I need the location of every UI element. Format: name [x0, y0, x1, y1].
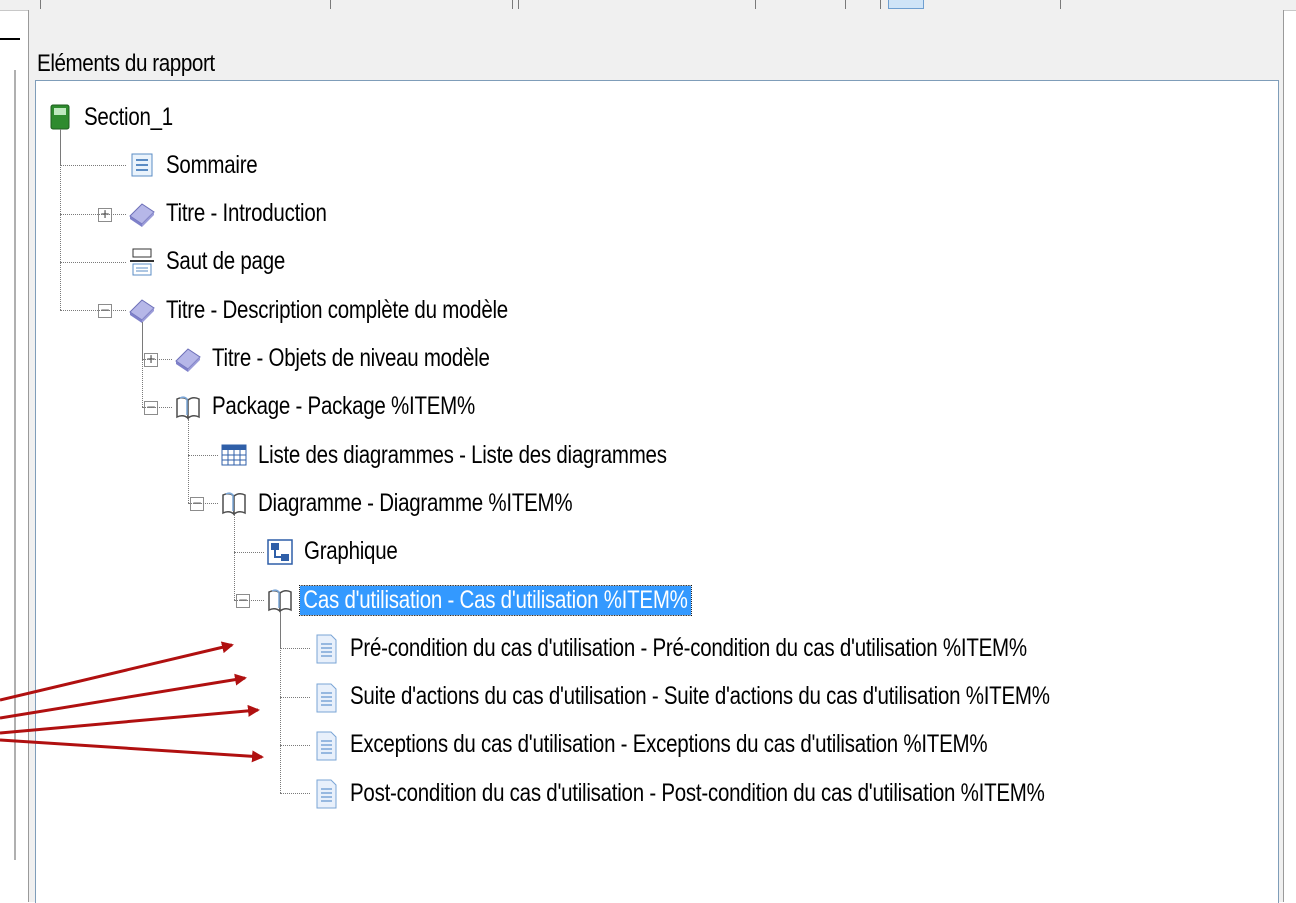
open-book-icon: [220, 489, 248, 517]
open-book-icon: [174, 393, 202, 421]
tree-item[interactable]: Liste des diagrammes - Liste des diagram…: [220, 435, 756, 475]
tree-connector: [60, 310, 126, 312]
tree-item-label: Graphique: [304, 537, 398, 566]
collapse-icon[interactable]: −: [236, 594, 250, 608]
tree-item-label: Titre - Introduction: [166, 199, 327, 228]
document-icon: [312, 634, 340, 664]
tree-connector: [188, 503, 218, 505]
page-break-icon: [128, 248, 156, 276]
tree-connector: [188, 418, 189, 504]
tree-item[interactable]: Diagramme - Diagramme %ITEM%: [220, 483, 641, 523]
tree-item[interactable]: Graphique: [266, 532, 418, 572]
tree-item[interactable]: Saut de page: [128, 242, 311, 282]
graphic-icon: [266, 538, 294, 566]
tree-item-label: Exceptions du cas d'utilisation - Except…: [350, 730, 988, 759]
title-book-icon: [128, 200, 156, 228]
toolbar-separator: [518, 0, 519, 9]
tree-item[interactable]: Post-condition du cas d'utilisation - Po…: [312, 773, 1197, 813]
toolbar-separator: [755, 0, 756, 9]
tree-item[interactable]: Section_1: [46, 97, 193, 137]
tree-item-label: Saut de page: [166, 247, 286, 276]
toolbar-separator: [330, 0, 331, 9]
open-book-icon: [266, 586, 294, 614]
tree-item-label: Pré-condition du cas d'utilisation - Pré…: [350, 633, 1027, 662]
tree-connector: [142, 358, 172, 360]
tree-connector: [142, 406, 172, 408]
tree-connector: [60, 261, 126, 263]
panel-title: Eléments du rapport: [37, 50, 215, 77]
tree-item[interactable]: Pré-condition du cas d'utilisation - Pré…: [312, 628, 1175, 668]
tree-connector: [234, 600, 264, 601]
tree-connector: [280, 744, 310, 746]
tree-item-label: Section_1: [84, 102, 173, 131]
tree-connector: [234, 515, 235, 600]
tree-connector: [60, 129, 61, 311]
expand-icon[interactable]: +: [144, 352, 158, 367]
tree-connector: [142, 322, 143, 407]
document-icon: [312, 683, 340, 713]
tree-connector: [60, 213, 126, 215]
tree-item-label: Suite d'actions du cas d'utilisation - S…: [350, 682, 1050, 711]
report-elements-panel: Eléments du rapport Section_1 Sommaire Tit…: [28, 10, 1284, 903]
tree-connector: [234, 551, 264, 553]
tree-item-label: Sommaire: [166, 150, 258, 179]
title-book-icon: [174, 345, 202, 373]
tree-item[interactable]: Titre - Introduction: [128, 194, 362, 234]
tree-item-label: Cas d'utilisation - Cas d'utilisation %I…: [299, 584, 692, 616]
tree-item-label: Diagramme - Diagramme %ITEM%: [258, 488, 573, 517]
tree-item-label: Liste des diagrammes - Liste des diagram…: [258, 440, 667, 469]
tree-item[interactable]: Sommaire: [128, 145, 278, 185]
tree-item[interactable]: Package - Package %ITEM%: [174, 387, 533, 427]
collapse-icon[interactable]: −: [190, 497, 204, 512]
tree-item[interactable]: Titre - Description complète du modèle: [128, 290, 583, 330]
divider: [0, 38, 20, 40]
tree-item[interactable]: Suite d'actions du cas d'utilisation - S…: [312, 677, 1203, 717]
tree-connector: [188, 455, 218, 457]
section-icon: [46, 103, 74, 131]
expand-icon[interactable]: +: [98, 207, 112, 222]
splitter-bar[interactable]: [14, 70, 16, 860]
tree-connector: [280, 696, 310, 698]
tree-item-label: Titre - Description complète du modèle: [166, 295, 508, 324]
tree-connector: [280, 612, 281, 794]
table-of-contents-icon: [128, 151, 156, 179]
tree-connector: [280, 648, 310, 650]
document-icon: [312, 731, 340, 761]
tree-item-label: Package - Package %ITEM%: [212, 392, 475, 421]
collapse-icon[interactable]: −: [144, 400, 158, 415]
toolbar-separator: [880, 0, 881, 9]
grid-list-icon: [220, 441, 248, 469]
tree-connector: [60, 165, 126, 167]
report-tree-view[interactable]: Section_1 Sommaire Titre - Introduction + Sa…: [35, 80, 1279, 903]
title-book-icon: [128, 296, 156, 324]
toolbar-separator: [512, 0, 513, 9]
document-icon: [312, 779, 340, 809]
toolbar-button[interactable]: [888, 0, 924, 9]
tree-item-label: Titre - Objets de niveau modèle: [212, 344, 490, 372]
tree-item[interactable]: Exceptions du cas d'utilisation - Except…: [312, 725, 1127, 765]
toolbar-separator: [40, 0, 41, 9]
collapse-icon[interactable]: −: [98, 304, 112, 319]
tree-item[interactable]: Titre - Objets de niveau modèle: [174, 339, 551, 379]
panel-header: Eléments du rapport: [29, 22, 1281, 82]
tree-item-label: Post-condition du cas d'utilisation - Po…: [350, 778, 1045, 807]
tree-item[interactable]: Cas d'utilisation - Cas d'utilisation %I…: [266, 580, 777, 620]
tree-connector: [280, 793, 310, 795]
toolbar-separator: [845, 0, 846, 9]
toolbar-separator: [1060, 0, 1061, 9]
